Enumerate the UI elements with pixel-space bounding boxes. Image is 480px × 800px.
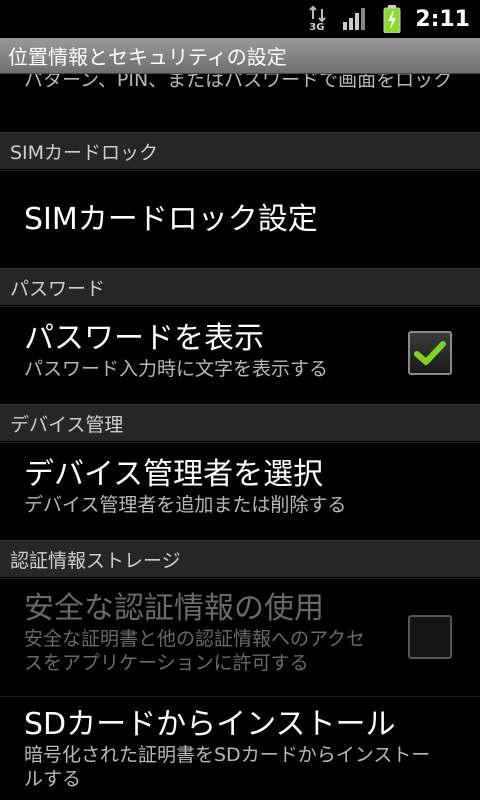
use-secure-credentials-item[interactable]: 安全な認証情報の使用 安全な証明書と他の認証情報へのアクセスをアプリケーションに… xyxy=(0,578,480,696)
select-device-admin-summary: デバイス管理者を追加または削除する xyxy=(24,494,347,516)
category-header-password: パスワード xyxy=(0,268,480,305)
use-secure-credentials-summary: 安全な証明書と他の認証情報へのアクセスをアプリケーションに許可する xyxy=(24,628,366,674)
screen-lock-summary: パターン、PIN、またはパスワードで画面をロック xyxy=(24,74,453,91)
signal-icon xyxy=(343,8,367,30)
title-bar: 位置情報とセキュリティの設定 xyxy=(0,38,480,74)
clock: 2:11 xyxy=(415,6,470,32)
show-password-checkbox[interactable] xyxy=(408,331,452,375)
use-secure-credentials-checkbox[interactable] xyxy=(408,615,452,659)
select-device-admin-title: デバイス管理者を選択 xyxy=(24,457,324,492)
category-header-credential-storage: 認証情報ストレージ xyxy=(0,540,480,577)
select-device-admin-item[interactable]: デバイス管理者を選択 デバイス管理者を追加または削除する xyxy=(0,442,480,540)
sim-lock-settings-title: SIMカードロック設定 xyxy=(24,201,318,237)
install-from-sd-title: SDカードからインストール xyxy=(24,707,396,742)
settings-list[interactable]: パターン、PIN、またはパスワードで画面をロック SIMカードロック SIMカー… xyxy=(0,74,480,800)
install-from-sd-summary: 暗号化された証明書をSDカードからインストールする xyxy=(24,744,431,790)
category-header-device-admin: デバイス管理 xyxy=(0,404,480,441)
sim-lock-settings-item[interactable]: SIMカードロック設定 xyxy=(0,170,480,268)
show-password-item[interactable]: パスワードを表示 パスワード入力時に文字を表示する xyxy=(0,306,480,404)
network-type-label: 3G xyxy=(309,22,325,33)
page-title: 位置情報とセキュリティの設定 xyxy=(8,45,287,69)
data-transfer-icon: 3G xyxy=(307,5,329,33)
category-header-sim: SIMカードロック xyxy=(0,132,480,169)
checkmark-icon xyxy=(414,341,446,365)
status-bar: 3G 2:11 xyxy=(0,0,480,38)
install-from-sd-item[interactable]: SDカードからインストール 暗号化された証明書をSDカードからインストールする xyxy=(0,696,480,800)
battery-charging-icon xyxy=(383,5,401,33)
screen-lock-item[interactable]: パターン、PIN、またはパスワードで画面をロック xyxy=(0,74,480,126)
